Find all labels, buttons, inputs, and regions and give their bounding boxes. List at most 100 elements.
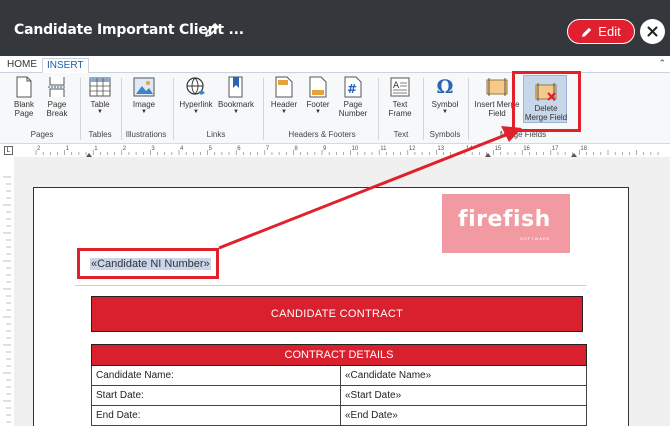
title-bar: Candidate Important Client ... Edit xyxy=(0,0,670,56)
divider-line xyxy=(75,285,587,286)
table-button[interactable]: Table ▼ xyxy=(86,76,114,116)
ribbon-divider xyxy=(378,78,379,140)
blank-page-label: Blank Page xyxy=(13,100,34,118)
row-label: Candidate Name: xyxy=(92,366,341,385)
table-dropdown-icon: ▼ xyxy=(97,109,103,115)
logo-subtitle: SOFTWARE xyxy=(520,236,551,241)
ribbon-divider xyxy=(80,78,81,140)
ruler-number: 13 xyxy=(437,146,444,152)
ruler-number: 12 xyxy=(409,146,416,152)
table-row: Candidate Name: «Candidate Name» xyxy=(91,366,587,386)
hyperlink-button[interactable]: Hyperlink ▼ xyxy=(177,76,215,116)
group-label-tables: Tables xyxy=(88,130,112,139)
group-label-pages: Pages xyxy=(30,130,54,139)
group-label-illustrations: Illustrations xyxy=(125,130,167,139)
ruler-number: 4 xyxy=(180,146,184,152)
hyperlink-icon xyxy=(186,77,205,95)
page-number-label: Page Number xyxy=(338,100,368,118)
ruler-number: 14 xyxy=(466,146,473,152)
vertical-ruler[interactable] xyxy=(0,157,14,426)
ruler-number: 18 xyxy=(580,146,587,152)
logo-text: firefish xyxy=(458,207,551,232)
ribbon-divider xyxy=(173,78,174,140)
ruler-number: 15 xyxy=(495,146,502,152)
table-icon xyxy=(89,77,111,97)
image-button[interactable]: Image ▼ xyxy=(128,76,160,116)
ruler-number: 17 xyxy=(552,146,559,152)
bookmark-button[interactable]: Bookmark ▼ xyxy=(217,76,255,116)
footer-button[interactable]: Footer ▼ xyxy=(302,76,334,116)
group-label-symbols: Symbols xyxy=(429,130,461,139)
ruler-number: 5 xyxy=(209,146,213,152)
footer-label: Footer xyxy=(306,100,330,109)
ribbon-divider xyxy=(468,78,469,140)
table-row: End Date: «End Date» xyxy=(91,406,587,426)
table-row: Start Date: «Start Date» xyxy=(91,386,587,406)
ruler-number: 2 xyxy=(123,146,127,152)
collapse-ribbon-icon[interactable]: ⌃ xyxy=(658,58,666,69)
tab-home[interactable]: HOME xyxy=(3,58,41,73)
text-frame-icon: A xyxy=(390,77,410,97)
tab-insert[interactable]: INSERT xyxy=(42,58,89,74)
ruler-number: 9 xyxy=(323,146,327,152)
bookmark-label: Bookmark xyxy=(217,100,254,109)
blank-page-button[interactable]: Blank Page xyxy=(9,76,39,118)
group-label-text: Text xyxy=(393,130,409,139)
table-label: Table xyxy=(90,100,110,109)
image-icon xyxy=(133,77,155,97)
ruler-number: 1 xyxy=(94,146,98,152)
candidate-contract-banner: CANDIDATE CONTRACT xyxy=(91,296,583,332)
contract-details-table: CONTRACT DETAILS Candidate Name: «Candid… xyxy=(91,344,587,426)
header-button[interactable]: Header ▼ xyxy=(268,76,300,116)
symbol-label: Symbol xyxy=(431,100,459,109)
pencil-icon[interactable] xyxy=(204,22,220,38)
symbol-button[interactable]: Ω Symbol ▼ xyxy=(428,76,462,116)
ruler-number: 10 xyxy=(352,146,359,152)
svg-text:A: A xyxy=(393,81,400,91)
header-label: Header xyxy=(270,100,298,109)
edit-label: Edit xyxy=(598,24,621,39)
footer-dropdown-icon: ▼ xyxy=(315,109,321,115)
blank-page-icon xyxy=(16,76,32,98)
bookmark-dropdown-icon: ▼ xyxy=(233,109,239,115)
ruler-number: 8 xyxy=(294,146,298,152)
ruler-number: 2 xyxy=(37,146,41,152)
ruler-number: 6 xyxy=(237,146,241,152)
ruler-row: L 2 1 1 2 3 4 5 6 7 8 9 10 11 12 13 14 15 16 17 18 xyxy=(0,144,670,157)
page-break-button[interactable]: Page Break xyxy=(42,76,72,118)
page-number-button[interactable]: # Page Number xyxy=(335,76,371,118)
close-button[interactable] xyxy=(640,19,665,44)
ruler-number: 16 xyxy=(523,146,530,152)
ribbon-divider xyxy=(121,78,122,140)
close-icon xyxy=(647,26,658,37)
ruler-number: 11 xyxy=(380,146,387,152)
image-dropdown-icon: ▼ xyxy=(141,109,147,115)
merge-field-candidate-name[interactable]: «Candidate Name» xyxy=(341,366,586,385)
footer-icon xyxy=(309,76,327,98)
horizontal-ruler[interactable]: 2 1 1 2 3 4 5 6 7 8 9 10 11 12 13 14 15 16 17 18 xyxy=(32,144,670,157)
editor-window: Candidate Important Client ... Edit HOME… xyxy=(0,0,670,426)
merge-field-end-date[interactable]: «End Date» xyxy=(341,406,586,425)
ruler-number: 7 xyxy=(266,146,270,152)
merge-field-start-date[interactable]: «Start Date» xyxy=(341,386,586,405)
annotation-box-delete-button xyxy=(512,71,581,132)
symbol-icon: Ω xyxy=(436,76,454,98)
tab-stop-selector[interactable]: L xyxy=(4,146,13,155)
bookmark-icon xyxy=(228,76,243,98)
text-frame-label: Text Frame xyxy=(388,100,412,118)
group-label-links: Links xyxy=(206,130,226,139)
edit-button[interactable]: Edit xyxy=(567,19,635,44)
header-icon xyxy=(275,76,293,98)
ribbon-divider xyxy=(263,78,264,140)
svg-text:#: # xyxy=(347,82,357,96)
hyperlink-label: Hyperlink xyxy=(179,100,213,109)
image-label: Image xyxy=(132,100,156,109)
symbol-dropdown-icon: ▼ xyxy=(442,109,448,115)
annotation-box-ni-field xyxy=(77,248,219,279)
text-frame-button[interactable]: A Text Frame xyxy=(383,76,417,118)
ruler-number: 3 xyxy=(151,146,155,152)
edit-pencil-icon xyxy=(582,27,592,37)
ribbon-divider xyxy=(423,78,424,140)
table-header: CONTRACT DETAILS xyxy=(91,344,587,366)
page-number-icon: # xyxy=(344,76,362,98)
